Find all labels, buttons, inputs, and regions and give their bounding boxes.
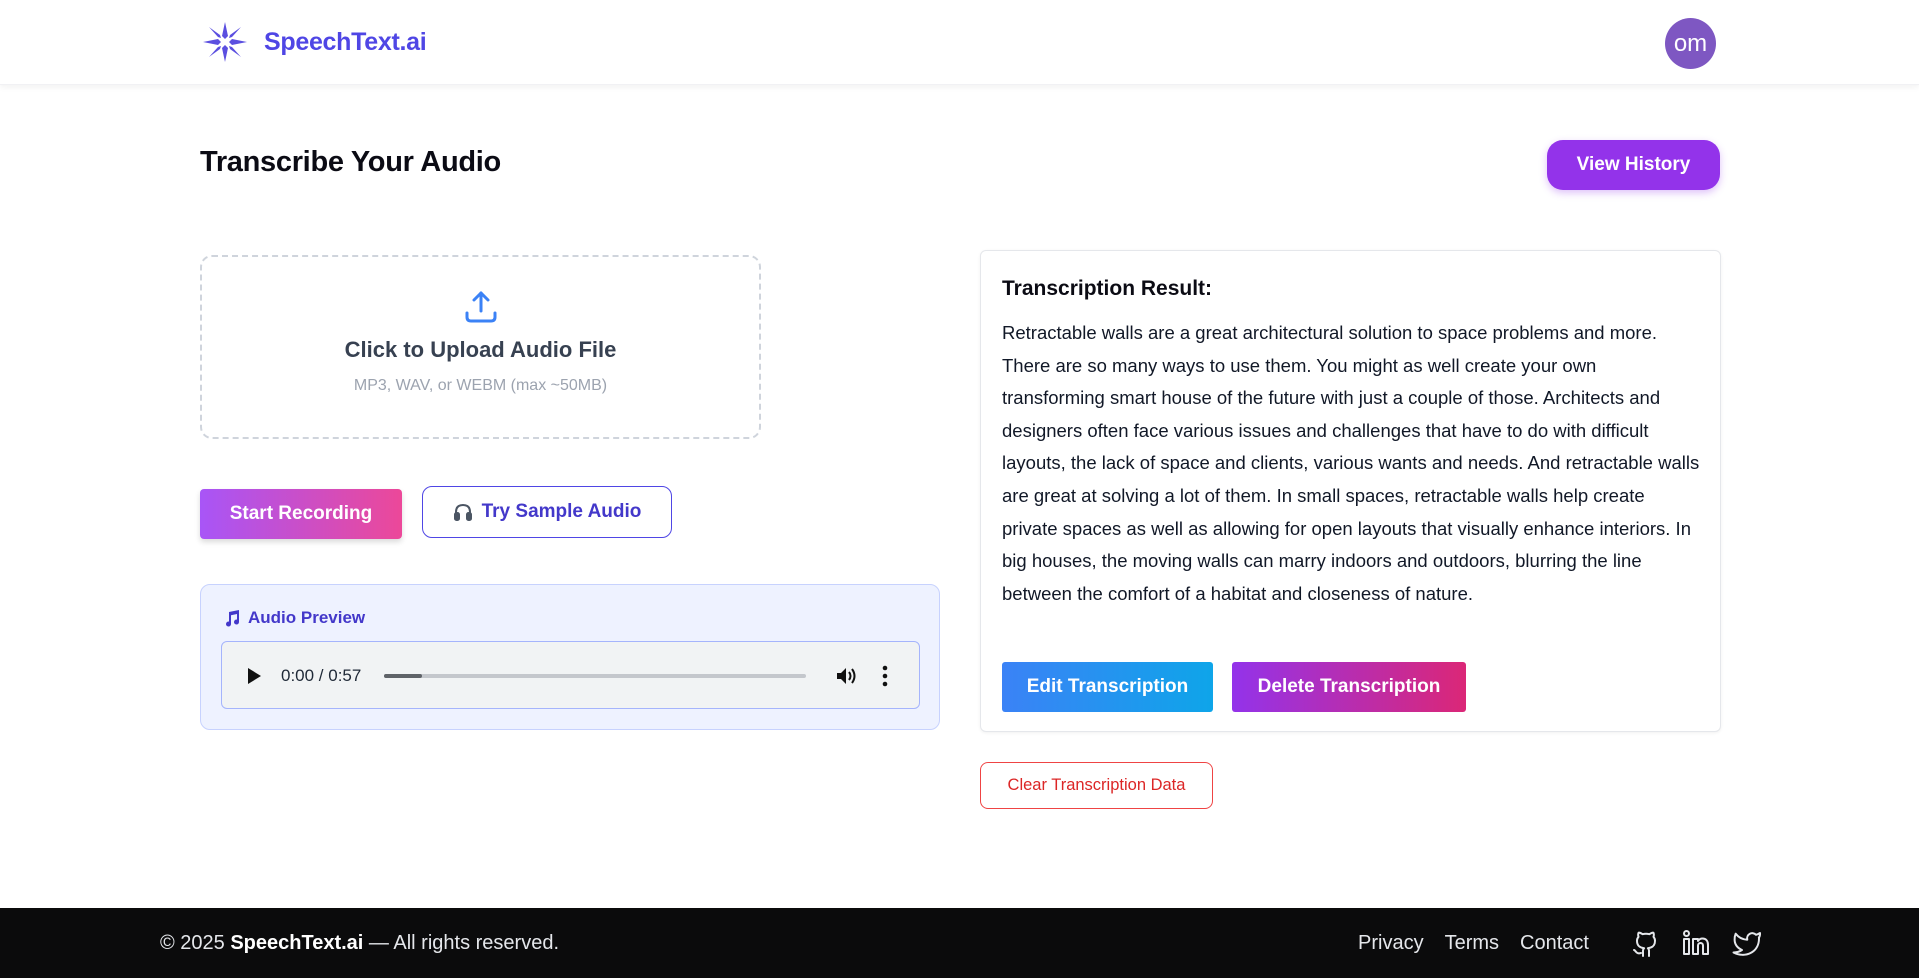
play-icon[interactable] bbox=[246, 667, 262, 685]
top-navbar: SpeechText.ai om bbox=[0, 0, 1919, 85]
edit-transcription-button[interactable]: Edit Transcription bbox=[1002, 662, 1213, 712]
audio-preview-panel: Audio Preview 0:00 / 0:57 bbox=[200, 584, 940, 730]
start-recording-button[interactable]: Start Recording bbox=[200, 489, 402, 539]
delete-transcription-button[interactable]: Delete Transcription bbox=[1232, 662, 1466, 712]
upload-title: Click to Upload Audio File bbox=[344, 337, 617, 362]
headphones-icon bbox=[453, 503, 472, 521]
brand[interactable]: SpeechText.ai bbox=[200, 20, 427, 64]
twitter-icon[interactable] bbox=[1732, 928, 1762, 958]
user-avatar[interactable]: om bbox=[1665, 18, 1716, 69]
audio-time-display: 0:00 / 0:57 bbox=[281, 666, 362, 685]
copyright-text: © 2025 SpeechText.ai — All rights reserv… bbox=[160, 932, 559, 955]
footer-link-terms[interactable]: Terms bbox=[1445, 932, 1499, 955]
clear-transcription-data-button[interactable]: Clear Transcription Data bbox=[980, 762, 1213, 809]
linkedin-icon[interactable] bbox=[1681, 928, 1711, 958]
audio-preview-label: Audio Preview bbox=[248, 608, 366, 627]
footer-link-contact[interactable]: Contact bbox=[1520, 932, 1589, 955]
transcription-result-heading: Transcription Result: bbox=[1002, 277, 1213, 300]
audio-preview-heading: Audio Preview bbox=[223, 608, 365, 628]
footer: © 2025 SpeechText.ai — All rights reserv… bbox=[0, 908, 1919, 978]
upload-icon bbox=[465, 291, 496, 323]
audio-seek-progress bbox=[384, 674, 422, 678]
try-sample-audio-label: Try Sample Audio bbox=[481, 501, 642, 522]
brand-logo-icon bbox=[203, 22, 247, 62]
brand-name: SpeechText.ai bbox=[264, 27, 427, 56]
footer-link-privacy[interactable]: Privacy bbox=[1358, 932, 1424, 955]
footer-links: Privacy Terms Contact bbox=[1358, 932, 1589, 955]
more-options-icon[interactable] bbox=[882, 664, 888, 688]
audio-player[interactable]: 0:00 / 0:57 bbox=[221, 641, 920, 709]
try-sample-audio-button[interactable]: Try Sample Audio bbox=[422, 486, 672, 538]
social-links bbox=[1630, 928, 1762, 958]
volume-icon[interactable] bbox=[836, 666, 858, 686]
transcription-text: Retractable walls are a great architectu… bbox=[1002, 322, 1700, 604]
github-icon[interactable] bbox=[1630, 928, 1660, 958]
music-note-icon bbox=[226, 610, 240, 627]
audio-seek-bar[interactable] bbox=[384, 674, 806, 678]
copyright-brand: SpeechText.ai bbox=[230, 932, 364, 954]
upload-hint: MP3, WAV, or WEBM (max ~50MB) bbox=[353, 377, 608, 394]
copyright-suffix: — All rights reserved. bbox=[363, 932, 559, 954]
view-history-button[interactable]: View History bbox=[1547, 140, 1720, 190]
page-title: Transcribe Your Audio bbox=[200, 146, 501, 178]
transcription-result-card: Transcription Result: Retractable walls … bbox=[980, 250, 1721, 732]
upload-dropzone[interactable]: Click to Upload Audio File MP3, WAV, or … bbox=[200, 255, 761, 439]
copyright-prefix: © 2025 bbox=[160, 932, 231, 954]
